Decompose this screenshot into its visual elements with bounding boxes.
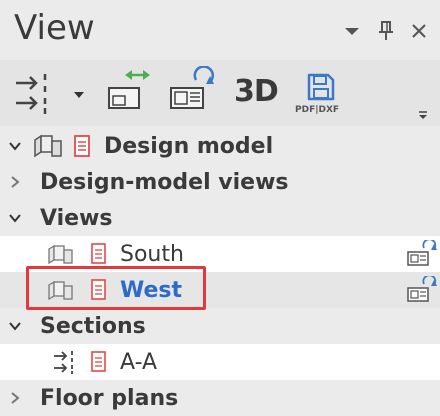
dropdown-arrow-icon: [74, 92, 84, 98]
section-arrows-icon: [16, 74, 47, 114]
close-button[interactable]: [408, 18, 432, 44]
tree-node-label: Sections: [40, 314, 146, 339]
tree-node-label: Design-model views: [40, 170, 289, 195]
tree-item-a-a[interactable]: A-A: [0, 344, 440, 380]
panel-menu-button[interactable]: [340, 18, 364, 44]
3d-model-icon: [34, 134, 62, 158]
3d-view-button[interactable]: 3D: [234, 74, 279, 109]
chevron-right-icon[interactable]: [8, 175, 22, 189]
view-model-icon: [48, 244, 73, 264]
refresh-view-button[interactable]: [168, 66, 216, 112]
swap-views-button[interactable]: [106, 66, 154, 112]
dropdown-arrow-icon: [345, 28, 359, 35]
close-icon: [412, 24, 426, 38]
view-model-icon: [48, 280, 73, 300]
tree-node-label: Design model: [104, 134, 274, 159]
panel-title: View: [14, 8, 95, 48]
section-arrows-icon: [54, 351, 73, 374]
chevron-right-icon[interactable]: [8, 391, 22, 405]
tree-item-label: A-A: [120, 350, 158, 375]
chevron-down-icon[interactable]: [8, 139, 22, 153]
tree-item-west[interactable]: West: [0, 272, 440, 308]
chevron-down-icon[interactable]: [8, 211, 22, 225]
document-icon: [91, 279, 106, 300]
tree-item-label: West: [120, 278, 183, 303]
dropdown-arrow-icon: [419, 111, 427, 119]
view-toolbar: [0, 60, 440, 126]
tree-node-floor-plans[interactable]: Floor plans: [0, 380, 440, 416]
save-icon: [307, 73, 335, 101]
save-pdf-dxf-button[interactable]: [306, 72, 336, 102]
swap-views-icon: [108, 70, 150, 109]
pin-button[interactable]: [374, 18, 398, 44]
document-icon: [91, 351, 106, 372]
chevron-down-icon[interactable]: [8, 319, 22, 333]
section-tool-button[interactable]: [14, 72, 54, 116]
toolbar-overflow-button[interactable]: [416, 110, 430, 120]
panel-header: View: [0, 0, 440, 60]
refresh-view-icon: [170, 66, 215, 109]
view-tree: Design model Design-model views Views So…: [0, 126, 440, 411]
tree-node-design-model[interactable]: Design model: [0, 128, 440, 164]
tree-item-label: South: [120, 242, 184, 267]
pdf-dxf-label: PDF|DXF: [295, 105, 340, 115]
tree-node-design-model-views[interactable]: Design-model views: [0, 164, 440, 200]
refresh-view-icon[interactable]: [406, 276, 438, 304]
pin-icon: [379, 21, 393, 40]
document-icon: [91, 243, 106, 264]
tree-node-sections[interactable]: Sections: [0, 308, 440, 344]
section-dropdown-button[interactable]: [72, 88, 86, 102]
tree-node-label: Floor plans: [40, 386, 179, 411]
tree-node-views[interactable]: Views: [0, 200, 440, 236]
refresh-view-icon[interactable]: [406, 240, 438, 268]
tree-node-label: Views: [40, 206, 113, 231]
document-icon: [74, 135, 90, 157]
tree-item-south[interactable]: South: [0, 236, 440, 272]
